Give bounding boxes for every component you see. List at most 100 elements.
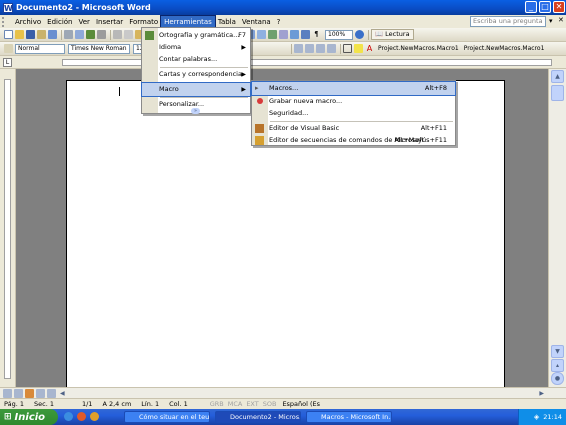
- quicklaunch-desktop-icon[interactable]: [64, 412, 73, 421]
- reading-layout-button[interactable]: 📖 Lectura: [371, 29, 414, 40]
- task-button-1[interactable]: Cómo situar en el teu ...: [124, 411, 210, 423]
- highlight-icon[interactable]: [354, 44, 363, 53]
- menu-formato[interactable]: Formato: [126, 16, 161, 28]
- insert-table-icon[interactable]: [257, 30, 266, 39]
- menu-item-word-count[interactable]: Contar palabras...: [142, 53, 250, 66]
- research-icon[interactable]: [97, 30, 106, 39]
- menu-item-macro[interactable]: Macro ▶: [141, 82, 251, 97]
- submenu-arrow-icon: ▶: [241, 71, 246, 78]
- font-color-icon[interactable]: A: [365, 44, 374, 53]
- horizontal-scrollbar[interactable]: ◀ ▶: [0, 387, 566, 398]
- menu-ver[interactable]: Ver: [76, 16, 93, 28]
- font-combo[interactable]: Times New Roman: [68, 43, 130, 54]
- scroll-down-icon[interactable]: ▼: [551, 345, 564, 358]
- status-mode-grb[interactable]: GRB: [210, 400, 224, 408]
- windows-logo-icon: ⊞: [4, 412, 12, 422]
- email-icon[interactable]: [48, 30, 57, 39]
- doc-close-icon[interactable]: ✕: [558, 16, 564, 24]
- show-formatting-icon[interactable]: ¶: [312, 30, 321, 39]
- print-preview-icon[interactable]: [75, 30, 84, 39]
- bullets-icon[interactable]: [305, 44, 314, 53]
- play-macro-icon: ▸: [255, 84, 259, 92]
- clock[interactable]: 21:14: [543, 413, 562, 421]
- menu-herramientas[interactable]: Herramientas: [160, 14, 216, 29]
- outline-view-icon[interactable]: [36, 388, 45, 398]
- browse-object-icon[interactable]: ●: [551, 372, 564, 385]
- increase-indent-icon[interactable]: [327, 44, 336, 53]
- document-map-icon[interactable]: [301, 30, 310, 39]
- vertical-scrollbar[interactable]: ▲ ▼ ▴ ●: [548, 69, 566, 387]
- save-icon[interactable]: [26, 30, 35, 39]
- toolbar-separator: [368, 29, 369, 40]
- tray-network-icon[interactable]: ◈: [534, 413, 539, 421]
- scroll-left-icon[interactable]: ◀: [60, 390, 65, 397]
- scroll-right-icon[interactable]: ▶: [539, 390, 544, 397]
- menu-item-macros[interactable]: ▸ Macros... Alt+F8: [251, 81, 456, 96]
- menubar-grip[interactable]: [2, 16, 10, 27]
- menu-help[interactable]: ?: [274, 16, 284, 28]
- copy-icon[interactable]: [124, 30, 133, 39]
- menu-insertar[interactable]: Insertar: [93, 16, 126, 28]
- normal-view-icon[interactable]: [3, 388, 12, 398]
- menu-item-security[interactable]: Seguridad...: [252, 107, 455, 120]
- word-app-icon[interactable]: W: [3, 2, 13, 13]
- drawing-icon[interactable]: [290, 30, 299, 39]
- submenu-arrow-icon: ▶: [241, 86, 246, 93]
- start-button[interactable]: ⊞ Inicio: [0, 409, 58, 425]
- expand-menu-chevron-icon[interactable]: »: [191, 108, 200, 114]
- task-button-3[interactable]: Macros - Microsoft In...: [306, 411, 392, 423]
- close-button[interactable]: ✕: [553, 1, 565, 13]
- status-mode-mca[interactable]: MCA: [228, 400, 243, 408]
- macro-button-1[interactable]: Project.NewMacros.Macro1: [378, 45, 459, 52]
- new-doc-icon[interactable]: [4, 30, 13, 39]
- open-folder-icon[interactable]: [15, 30, 24, 39]
- scroll-up-icon[interactable]: ▲: [551, 70, 564, 83]
- menu-tabla[interactable]: Tabla: [215, 16, 239, 28]
- decrease-indent-icon[interactable]: [316, 44, 325, 53]
- reading-book-icon: 📖: [375, 30, 384, 38]
- status-language[interactable]: Español (Es: [282, 400, 320, 408]
- help-icon[interactable]: [355, 30, 364, 39]
- maximize-button[interactable]: □: [539, 1, 551, 13]
- menu-ventana[interactable]: Ventana: [239, 16, 274, 28]
- style-combo[interactable]: Normal: [15, 43, 65, 54]
- menu-item-label: Seguridad...: [269, 109, 309, 117]
- print-view-icon[interactable]: [25, 388, 34, 398]
- styles-pane-icon[interactable]: [4, 44, 13, 53]
- help-dropdown-icon[interactable]: ▾: [549, 17, 553, 25]
- reading-view-icon[interactable]: [47, 388, 56, 398]
- spelling-icon: [145, 31, 154, 40]
- insert-excel-icon[interactable]: [268, 30, 277, 39]
- menu-item-label: Idioma: [159, 43, 182, 51]
- columns-icon[interactable]: [279, 30, 288, 39]
- quicklaunch-browser-icon[interactable]: [77, 412, 86, 421]
- vertical-ruler[interactable]: [0, 69, 16, 387]
- cut-icon[interactable]: [113, 30, 122, 39]
- zoom-combo[interactable]: 100%: [325, 29, 353, 40]
- menu-edicion[interactable]: Edición: [44, 16, 75, 28]
- help-search-input[interactable]: Escriba una pregunta: [470, 16, 546, 27]
- numbering-icon[interactable]: [294, 44, 303, 53]
- quicklaunch-media-icon[interactable]: [90, 412, 99, 421]
- ruler-band[interactable]: [62, 59, 552, 66]
- menu-archivo[interactable]: Archivo: [12, 16, 44, 28]
- spelling-icon[interactable]: [86, 30, 95, 39]
- status-mode-sob[interactable]: SOB: [263, 400, 277, 408]
- task-button-2[interactable]: Documento2 - Micros...: [215, 411, 301, 423]
- scroll-thumb[interactable]: [551, 85, 564, 101]
- status-mode-ext[interactable]: EXT: [246, 400, 258, 408]
- macro-button-2[interactable]: Project.NewMacros.Macro1: [464, 45, 545, 52]
- web-view-icon[interactable]: [14, 388, 23, 398]
- minimize-button[interactable]: _: [525, 1, 537, 13]
- borders-icon[interactable]: [343, 44, 352, 53]
- print-icon[interactable]: [64, 30, 73, 39]
- status-column: Col. 1: [169, 400, 188, 408]
- toolbar-separator: [291, 43, 292, 54]
- menu-item-letters[interactable]: Cartas y correspondencia ▶: [142, 68, 250, 81]
- tab-selector[interactable]: L: [3, 58, 12, 67]
- menu-item-script-editor[interactable]: Editor de secuencias de comandos de Micr…: [252, 134, 455, 147]
- previous-page-icon[interactable]: ▴: [551, 359, 564, 372]
- permission-icon[interactable]: [37, 30, 46, 39]
- horizontal-ruler[interactable]: L: [0, 56, 566, 69]
- menu-item-accel: Alt+F8: [424, 84, 447, 92]
